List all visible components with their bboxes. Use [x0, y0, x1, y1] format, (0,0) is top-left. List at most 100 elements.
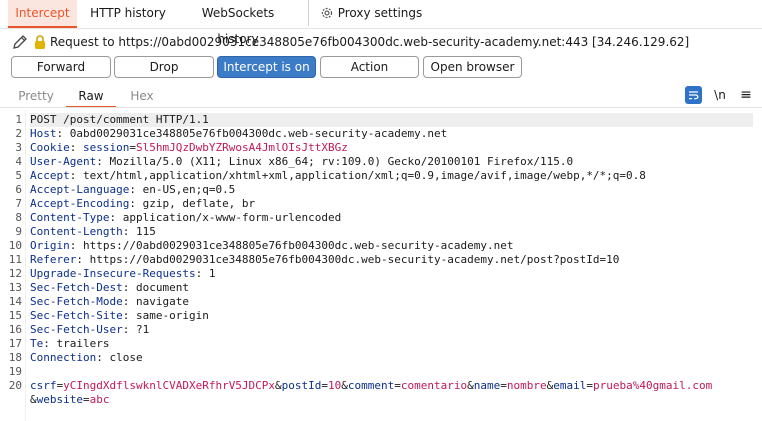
- line-number: 14: [8, 295, 22, 308]
- intercept-toggle-button[interactable]: Intercept is on: [217, 56, 316, 78]
- line-number: 3: [15, 141, 22, 154]
- header-separator: :: [56, 127, 70, 140]
- forward-button[interactable]: Forward: [11, 56, 111, 78]
- cookie-name: session: [83, 141, 130, 154]
- line-content: csrf=yCIngdXdflswknlCVADXeRfhrV5JDCPx&po…: [30, 379, 712, 393]
- header-name: Accept-Language: [30, 183, 130, 196]
- line-content: Upgrade-Insecure-Requests: 1: [30, 267, 215, 281]
- tab-http-history[interactable]: HTTP history: [88, 0, 168, 26]
- newline-toggle-button[interactable]: \n: [711, 86, 729, 104]
- header-value: close: [109, 351, 143, 364]
- line-content: User-Agent: Mozilla/5.0 (X11; Linux x86_…: [30, 155, 573, 169]
- line-number: 7: [15, 197, 22, 210]
- line-number: 9: [15, 225, 22, 238]
- header-separator: :: [122, 309, 136, 322]
- line-content: Sec-Fetch-Mode: navigate: [30, 295, 189, 309]
- header-separator: :: [43, 337, 57, 350]
- param-name: website: [36, 393, 83, 406]
- header-name: Te: [30, 337, 44, 350]
- request-editor[interactable]: 1 POST /post/comment HTTP/1.1 2 Host: 0abd0…: [0, 110, 762, 421]
- cookie-value: Sl5hmJQzDwbYZRwosA4JmlOIsJttXBGz: [135, 141, 348, 154]
- header-value: Mozilla/5.0 (X11; Linux x86_64; rv:109.0…: [109, 155, 574, 168]
- line-content: Sec-Fetch-Site: same-origin: [30, 309, 209, 323]
- pencil-icon[interactable]: [12, 34, 28, 50]
- header-value: https://0abd0029031ce348805e76fb004300dc…: [83, 239, 514, 252]
- line-content: Accept-Encoding: gzip, deflate, br: [30, 197, 255, 211]
- line-content: Te: trailers: [30, 337, 109, 351]
- header-name: Cookie: [30, 141, 70, 154]
- header-value: 1: [208, 267, 216, 280]
- header-name: Host: [30, 127, 57, 140]
- header-name: Content-Length: [30, 225, 123, 238]
- tab-proxy-settings[interactable]: Proxy settings: [308, 0, 433, 26]
- line-content: Sec-Fetch-Dest: document: [30, 281, 189, 295]
- drop-button[interactable]: Drop: [114, 56, 214, 78]
- param-name: email: [553, 379, 587, 392]
- message-view-tabs: Pretty Raw Hex: [0, 86, 762, 108]
- param-ampersand: &: [341, 379, 348, 392]
- header-value: gzip, deflate, br: [142, 197, 256, 210]
- header-separator: :: [109, 211, 123, 224]
- header-name: Content-Type: [30, 211, 110, 224]
- header-separator: :: [122, 295, 136, 308]
- tab-hex[interactable]: Hex: [122, 86, 162, 106]
- menu-icon[interactable]: ≡: [737, 86, 755, 104]
- line-number: 15: [8, 309, 22, 322]
- tab-raw[interactable]: Raw: [66, 86, 116, 108]
- param-value: yCIngdXdflswknlCVADXeRfhrV5JDCPx: [63, 379, 276, 392]
- header-separator: :: [129, 197, 143, 210]
- header-name: Sec-Fetch-Site: [30, 309, 123, 322]
- line-number: 2: [15, 127, 22, 140]
- param-ampersand: &: [30, 393, 37, 406]
- header-separator: :: [76, 253, 90, 266]
- header-value: ?1: [135, 323, 150, 336]
- header-name: Accept: [30, 169, 70, 182]
- request-line-text: POST /post/comment HTTP/1.1: [30, 113, 209, 126]
- line-number: 17: [8, 337, 22, 350]
- text-wrap-button[interactable]: [685, 86, 702, 104]
- line-number: 10: [8, 239, 22, 252]
- tab-pretty[interactable]: Pretty: [14, 86, 58, 106]
- header-value: en-US,en;q=0.5: [142, 183, 236, 196]
- param-value: 10: [328, 379, 342, 392]
- header-value: document: [135, 281, 189, 294]
- param-value: abc: [89, 393, 110, 406]
- lock-icon: [35, 35, 45, 49]
- param-value: comentario: [400, 379, 468, 392]
- header-value: navigate: [135, 295, 189, 308]
- proxy-tab-bar: Intercept HTTP history WebSockets histor…: [0, 0, 762, 46]
- request-url: Request to https://0abd0029031ce348805e7…: [50, 35, 690, 49]
- header-separator: :: [122, 323, 136, 336]
- header-name: Upgrade-Insecure-Requests: [30, 267, 196, 280]
- action-button[interactable]: Action: [320, 56, 419, 78]
- cookie-equals: =: [129, 141, 136, 154]
- line-content: Connection: close: [30, 351, 143, 365]
- wrap-lines-icon: [689, 91, 699, 100]
- line-content: Referer: https://0abd0029031ce348805e76f…: [30, 253, 619, 267]
- tab-proxy-settings-label: Proxy settings: [337, 6, 423, 20]
- open-browser-button[interactable]: Open browser: [423, 56, 522, 78]
- line-number: 16: [8, 323, 22, 336]
- line-content: Origin: https://0abd0029031ce348805e76fb…: [30, 239, 513, 253]
- line-number: 6: [15, 183, 22, 196]
- header-separator: :: [129, 183, 143, 196]
- line-number: 19: [8, 365, 22, 378]
- header-separator: :: [122, 281, 136, 294]
- gear-icon: [321, 7, 332, 19]
- line-number: 20: [8, 379, 22, 392]
- line-content: Accept-Language: en-US,en;q=0.5: [30, 183, 235, 197]
- header-separator: :: [195, 267, 209, 280]
- param-name: name: [473, 379, 501, 392]
- header-name: Origin: [30, 239, 70, 252]
- header-value: same-origin: [135, 309, 209, 322]
- tab-websockets-history[interactable]: WebSockets history: [182, 0, 294, 46]
- header-separator: :: [122, 225, 136, 238]
- header-name: Sec-Fetch-User: [30, 323, 123, 336]
- line-content: Content-Length: 115: [30, 225, 156, 239]
- tab-intercept[interactable]: Intercept: [8, 0, 77, 28]
- param-name: comment: [347, 379, 395, 392]
- line-number: 18: [8, 351, 22, 364]
- line-number: 1: [15, 113, 22, 126]
- line-number: 5: [15, 169, 22, 182]
- line-content: Cookie: session=Sl5hmJQzDwbYZRwosA4JmlOI…: [30, 141, 348, 155]
